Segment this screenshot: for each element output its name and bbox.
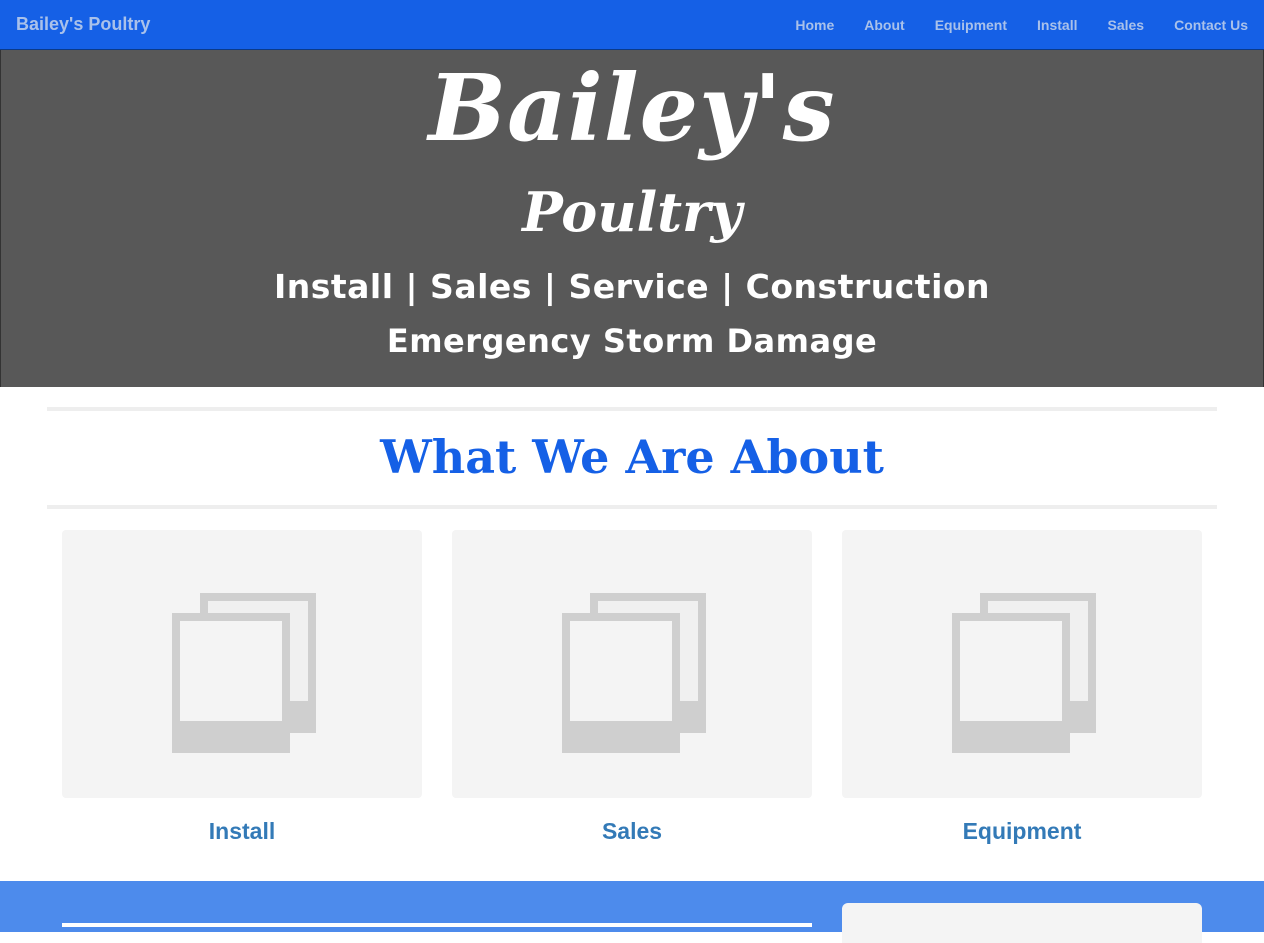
- nav-sales[interactable]: Sales: [1093, 17, 1160, 33]
- card-install: Install: [62, 530, 422, 845]
- card-sales-image[interactable]: [452, 530, 812, 798]
- hero-tagline-emergency: Emergency Storm Damage: [386, 322, 878, 360]
- hero-subtitle: Poultry: [522, 180, 742, 244]
- nav-contact-us[interactable]: Contact Us: [1159, 17, 1248, 33]
- section-heading: What We Are About: [380, 430, 884, 484]
- card-install-label[interactable]: Install: [62, 818, 422, 845]
- image-placeholder-icon: [952, 593, 1096, 753]
- nav-menu: Home About Equipment Install Sales Conta…: [780, 0, 1248, 50]
- card-equipment-label[interactable]: Equipment: [842, 818, 1202, 845]
- top-navbar: Bailey's Poultry Home About Equipment In…: [0, 0, 1264, 50]
- image-placeholder-icon: [172, 593, 316, 753]
- hero-banner: Bailey's Poultry Install | Sales | Servi…: [0, 50, 1264, 387]
- hero-title: Bailey's: [428, 54, 836, 162]
- card-sales-label[interactable]: Sales: [452, 818, 812, 845]
- footer-divider: [62, 923, 812, 927]
- divider-top: [47, 407, 1217, 411]
- brand-link[interactable]: Bailey's Poultry: [16, 14, 150, 35]
- nav-home[interactable]: Home: [780, 17, 849, 33]
- nav-about[interactable]: About: [849, 17, 919, 33]
- card-install-image[interactable]: [62, 530, 422, 798]
- nav-install[interactable]: Install: [1022, 17, 1092, 33]
- footer-section: [0, 881, 1264, 943]
- divider-bottom: [47, 505, 1217, 509]
- nav-equipment[interactable]: Equipment: [920, 17, 1022, 33]
- card-equipment: Equipment: [842, 530, 1202, 845]
- card-equipment-image[interactable]: [842, 530, 1202, 798]
- footer-image-card: [842, 903, 1202, 943]
- card-sales: Sales: [452, 530, 812, 845]
- image-placeholder-icon: [562, 593, 706, 753]
- hero-tagline-services: Install | Sales | Service | Construction: [273, 267, 991, 306]
